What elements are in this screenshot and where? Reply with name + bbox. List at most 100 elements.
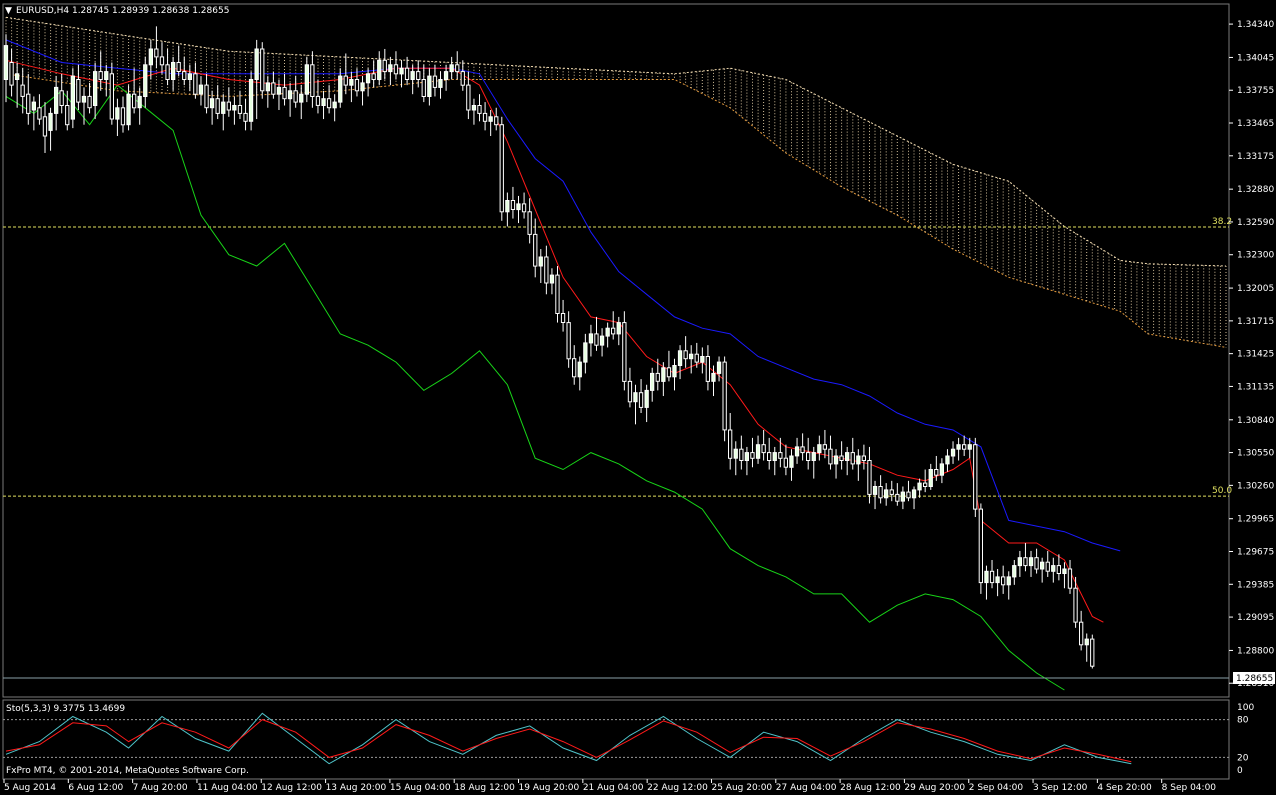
candle-body [404,67,410,80]
price-tick-label: 1.31135 [1237,382,1274,392]
candle-body [416,71,421,80]
candle-body [76,79,81,103]
candle-body [132,93,137,109]
candle-body [1028,557,1034,567]
candle-body [527,211,532,235]
candle-body [365,73,371,84]
candle-body [332,101,337,109]
candle-body [566,322,571,360]
candle-body [171,62,176,80]
candle-body [338,75,343,103]
time-tick-label: 4 Sep 20:00 [1097,783,1152,793]
candle-body [1006,576,1011,586]
copyright-text: FxPro MT4, © 2001-2014, MetaQuotes Softw… [6,766,249,776]
candle-body [377,59,382,80]
candle-body [505,200,510,213]
chart-menu-arrow-icon[interactable]: ▼ [5,6,12,16]
trading-chart[interactable]: 38.250.0 1.343401.340451.337551.334651.3… [0,0,1276,795]
candle-body [560,313,566,323]
candle-body [833,455,839,465]
price-tick-label: 1.28800 [1237,646,1274,656]
time-tick-label: 2 Sep 04:00 [969,783,1024,793]
candle-body [349,79,354,86]
symbol-info: EURUSD,H4 1.28745 1.28939 1.28638 1.2865… [16,6,229,16]
candle-body [248,79,254,122]
price-tick-label: 1.29675 [1237,548,1274,558]
candle-body [3,45,9,80]
candle-body [739,448,744,462]
candle-body [120,107,126,126]
candle [70,68,75,129]
candle-body [215,98,220,114]
candle-body [811,452,816,462]
candle-body [321,98,326,106]
candle-body [1062,568,1067,574]
candle-body [1023,557,1028,567]
price-tick-label: 1.34045 [1237,53,1274,63]
candle-body [443,71,449,80]
candle-body [711,372,716,382]
candle-body [700,356,705,363]
time-tick-label: 22 Aug 12:00 [647,783,708,793]
candle-body [287,90,293,100]
candle-body [917,482,922,491]
candle-body [87,95,92,109]
stochastic-label: Sto(5,3,3) 9.3775 13.4699 [6,704,125,714]
time-tick-label: 25 Aug 20:00 [711,783,772,793]
candle-body [276,86,282,95]
price-tick-label: 1.29385 [1237,580,1274,590]
candle-body [995,576,1000,584]
candle-body [516,203,521,211]
candle-body [778,452,783,459]
candle-body [627,380,633,403]
candle-body [638,392,644,408]
candle-body [666,367,672,378]
candle-body [1084,638,1089,646]
candle-body [70,75,75,120]
candle-body [594,333,599,346]
candle-body [789,455,794,468]
candle-body [872,486,878,495]
candle-body [544,256,549,284]
candle-body [237,105,243,114]
candle-body [371,73,376,81]
candle-body [1051,565,1056,572]
candle-body [176,62,181,72]
candle-body [432,75,438,88]
candle-body [315,95,321,106]
candle-body [494,116,499,126]
candle-body [605,327,610,337]
candle-body [126,93,131,126]
candle-body [360,82,365,92]
candle-body [928,469,933,487]
candle-body [1045,561,1050,572]
candle-body [31,101,37,111]
candle-body [744,452,750,462]
stochastic-axis-label: 80 [1237,716,1249,726]
candle-body [93,71,98,106]
candle-body [260,48,265,92]
candle-body [689,353,694,360]
candle-body [599,335,605,346]
candle-body [382,59,387,73]
candle-body [611,327,616,335]
candle-body [633,392,638,403]
candle-body [783,457,789,468]
candle [1090,634,1095,669]
candle-body [343,75,348,86]
fibo-level-label: 50.0 [1212,486,1232,496]
candle-body [1034,557,1039,570]
candle-body [895,493,900,502]
candle-body [477,105,482,114]
candle-body [137,95,142,109]
candle-body [650,372,655,391]
candle-body [984,570,989,584]
time-tick-label: 5 Aug 2014 [4,783,56,793]
candle-body [900,491,906,502]
candle-body [906,491,911,499]
candle-body [850,452,855,465]
candle-body [9,62,14,86]
candle-body [304,64,310,95]
candle-body [622,322,627,382]
candle-body [226,101,231,111]
